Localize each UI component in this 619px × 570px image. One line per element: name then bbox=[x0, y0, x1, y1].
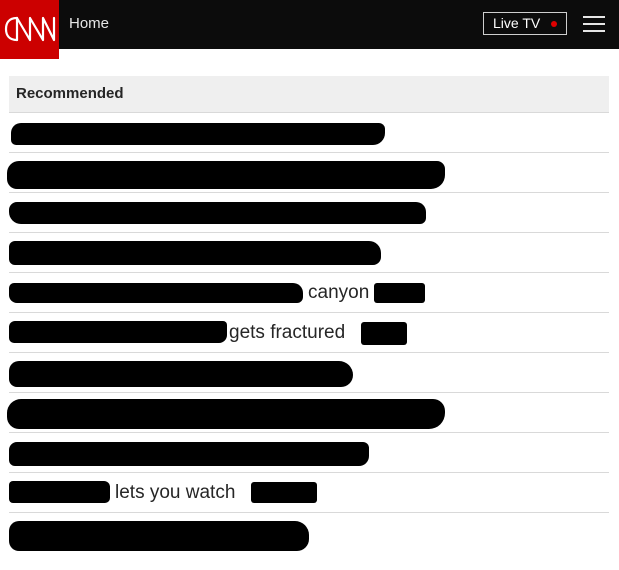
article-link[interactable] bbox=[9, 201, 429, 225]
redaction-block bbox=[9, 442, 369, 466]
redaction-block bbox=[9, 361, 353, 387]
article-link[interactable] bbox=[9, 521, 311, 551]
live-indicator-icon bbox=[551, 21, 557, 27]
article-link[interactable] bbox=[7, 399, 449, 429]
menu-line bbox=[583, 16, 605, 18]
live-tv-button[interactable]: Live TV bbox=[483, 12, 567, 35]
redaction-block bbox=[374, 283, 425, 303]
article-link[interactable] bbox=[9, 441, 371, 466]
redaction-block bbox=[9, 283, 303, 303]
list-item bbox=[9, 513, 609, 552]
hamburger-menu-icon[interactable] bbox=[583, 16, 605, 32]
redaction-block bbox=[9, 202, 426, 224]
list-item bbox=[9, 113, 609, 153]
article-link[interactable] bbox=[9, 121, 389, 145]
article-link[interactable] bbox=[9, 241, 384, 265]
article-link[interactable]: gets fractured bbox=[9, 321, 409, 345]
headline-fragment: lets you watch bbox=[115, 482, 236, 503]
redaction-block bbox=[9, 521, 309, 551]
redaction-block bbox=[7, 161, 445, 189]
list-item bbox=[9, 353, 609, 393]
list-item: gets fractured bbox=[9, 313, 609, 353]
recommended-section: Recommended canyon gets fractured lets y… bbox=[7, 76, 609, 552]
list-item bbox=[9, 433, 609, 473]
article-link[interactable] bbox=[7, 161, 449, 189]
list-item bbox=[9, 193, 609, 233]
menu-line bbox=[583, 30, 605, 32]
article-link[interactable]: lets you watch bbox=[9, 481, 319, 505]
recommended-header: Recommended bbox=[9, 76, 609, 113]
redaction-block bbox=[9, 481, 110, 503]
list-item: canyon bbox=[9, 273, 609, 313]
cnn-logo[interactable] bbox=[0, 0, 59, 59]
top-nav-bar: Home Live TV bbox=[0, 0, 619, 59]
headline-fragment: canyon bbox=[308, 282, 370, 303]
recommended-list: canyon gets fractured lets you watch bbox=[7, 113, 609, 552]
list-item bbox=[7, 393, 609, 433]
redaction-block bbox=[9, 321, 227, 343]
list-item: lets you watch bbox=[9, 473, 609, 513]
redaction-block bbox=[7, 399, 445, 429]
article-link[interactable]: canyon bbox=[9, 281, 429, 305]
recommended-title: Recommended bbox=[16, 85, 124, 102]
nav-home-link[interactable]: Home bbox=[69, 15, 109, 33]
redaction-block bbox=[251, 482, 317, 503]
redaction-block bbox=[361, 322, 407, 345]
list-item bbox=[9, 233, 609, 273]
menu-line bbox=[583, 23, 605, 25]
live-tv-label: Live TV bbox=[493, 15, 541, 31]
list-item bbox=[7, 153, 609, 193]
article-link[interactable] bbox=[9, 361, 354, 387]
redaction-block bbox=[11, 123, 385, 145]
headline-fragment: gets fractured bbox=[229, 322, 346, 343]
cnn-logo-mark bbox=[0, 0, 59, 59]
redaction-block bbox=[9, 241, 381, 265]
